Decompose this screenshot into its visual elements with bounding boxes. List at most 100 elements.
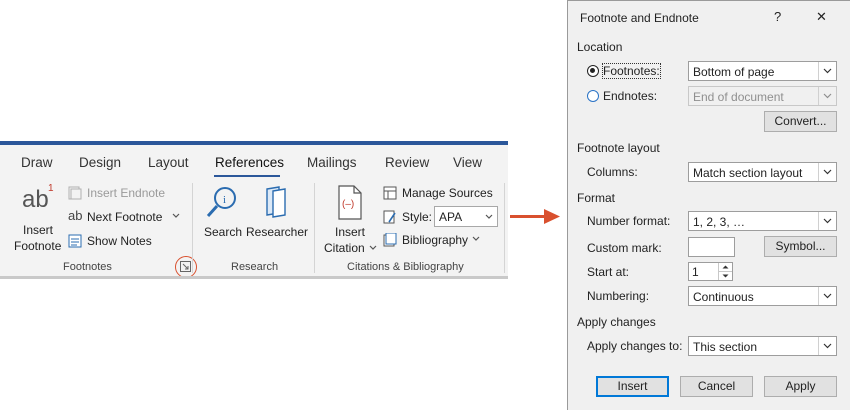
chevron-up-icon: [722, 265, 729, 269]
apply-to-select[interactable]: This section: [688, 336, 837, 356]
citation-document-icon: (–): [338, 185, 362, 220]
layout-section-title: Footnote layout: [577, 141, 660, 155]
tab-mailings[interactable]: Mailings: [307, 155, 357, 170]
chevron-down-icon[interactable]: [172, 213, 180, 219]
footnote-endnote-dialog: Footnote and Endnote ? ✕ Location Footno…: [567, 0, 850, 410]
researcher-label: Researcher: [246, 225, 309, 239]
numbering-select[interactable]: Continuous: [688, 286, 837, 306]
bibliography-icon: [383, 233, 397, 247]
chevron-down-icon: [485, 214, 493, 219]
number-format-select[interactable]: 1, 2, 3, …: [688, 211, 837, 231]
tab-view[interactable]: View: [453, 155, 482, 170]
footnotes-group-label: Footnotes: [63, 261, 112, 273]
word-ribbon: Draw Design Layout References Mailings R…: [0, 141, 508, 279]
insert-footnote-label-2: Footnote: [14, 239, 62, 253]
chevron-down-icon: [823, 218, 832, 224]
chevron-down-icon: [823, 343, 832, 349]
group-divider: [504, 183, 505, 273]
svg-text:(–): (–): [342, 199, 354, 210]
custom-mark-input[interactable]: [688, 237, 735, 257]
numbering-value: Continuous: [693, 290, 754, 304]
next-footnote-icon: ab: [68, 208, 83, 223]
start-at-label: Start at:: [587, 265, 630, 279]
search-button[interactable]: i Search: [202, 185, 246, 239]
columns-value: Match section layout: [693, 166, 803, 180]
radio-dot: [590, 68, 595, 73]
chevron-down-icon: [472, 236, 480, 241]
insert-button[interactable]: Insert: [596, 376, 669, 397]
insert-citation-button[interactable]: (–) Insert Citation: [322, 185, 378, 259]
tab-draw[interactable]: Draw: [21, 155, 53, 170]
group-divider: [192, 183, 193, 273]
endnote-icon: [68, 186, 82, 200]
bibliography-label: Bibliography: [402, 233, 469, 247]
chevron-down-icon: [823, 293, 832, 299]
tab-review[interactable]: Review: [385, 155, 429, 170]
chevron-down-icon: [369, 245, 377, 250]
tab-references[interactable]: References: [215, 155, 284, 170]
endnotes-position-value: End of document: [693, 90, 784, 104]
endnotes-radio[interactable]: [587, 90, 599, 102]
stepper-up-button[interactable]: [718, 263, 732, 272]
footnote-superscript-icon: 1: [48, 183, 54, 194]
active-tab-indicator: [214, 175, 280, 177]
start-at-stepper[interactable]: 1: [688, 262, 733, 281]
numbering-label: Numbering:: [587, 289, 650, 303]
researcher-icon: [266, 186, 286, 218]
convert-button[interactable]: Convert...: [764, 111, 837, 132]
research-group-label: Research: [231, 261, 279, 273]
chevron-down-icon: [823, 68, 832, 74]
format-section-title: Format: [577, 191, 616, 205]
insert-footnote-button[interactable]: ab 1 Insert Footnote: [14, 183, 64, 253]
chevron-down-icon: [823, 93, 832, 99]
dialog-title: Footnote and Endnote: [580, 11, 699, 25]
style-select[interactable]: APA: [434, 206, 498, 227]
columns-select[interactable]: Match section layout: [688, 162, 837, 182]
footnotes-position-value: Bottom of page: [693, 65, 775, 79]
search-label: Search: [204, 225, 243, 239]
number-format-label: Number format:: [587, 214, 671, 228]
footnotes-position-select[interactable]: Bottom of page: [688, 61, 837, 81]
stepper-down-button[interactable]: [718, 272, 732, 280]
help-button[interactable]: ?: [774, 9, 781, 24]
show-notes-label: Show Notes: [87, 234, 152, 248]
select-arrow: [818, 337, 836, 355]
apply-section-title: Apply changes: [577, 315, 656, 329]
location-section-title: Location: [577, 40, 623, 54]
style-select-value: APA: [439, 210, 463, 224]
footnotes-label: Footnotes:: [602, 63, 661, 79]
style-label: Style:: [402, 210, 433, 224]
show-notes-icon: [68, 234, 82, 248]
endnotes-label: Endnotes:: [603, 89, 658, 103]
footnotes-dialog-launcher[interactable]: [175, 256, 197, 278]
number-format-value: 1, 2, 3, …: [693, 215, 746, 229]
symbol-button[interactable]: Symbol...: [764, 236, 837, 257]
tab-design[interactable]: Design: [79, 155, 121, 170]
dialog-launcher-icon: [180, 261, 191, 272]
chevron-down-icon: [722, 274, 729, 278]
next-footnote-label: Next Footnote: [87, 210, 163, 224]
chevron-down-icon: [823, 169, 832, 175]
cancel-button[interactable]: Cancel: [680, 376, 753, 397]
tab-layout[interactable]: Layout: [148, 155, 189, 170]
manage-sources-label: Manage Sources: [402, 186, 493, 200]
arrow-head-icon: [544, 209, 560, 224]
citations-group-label: Citations & Bibliography: [347, 261, 464, 273]
group-divider: [314, 183, 315, 273]
select-arrow: [818, 87, 836, 105]
researcher-button[interactable]: Researcher: [246, 185, 308, 239]
manage-sources-icon: [383, 186, 397, 200]
footnotes-radio[interactable]: [587, 65, 599, 77]
apply-to-label: Apply changes to:: [587, 339, 683, 353]
custom-mark-label: Custom mark:: [587, 241, 662, 255]
search-icon: i: [206, 187, 236, 218]
select-arrow: [818, 212, 836, 230]
select-arrow: [818, 163, 836, 181]
apply-button[interactable]: Apply: [764, 376, 837, 397]
start-at-value: 1: [692, 265, 699, 279]
insert-footnote-label-1: Insert: [23, 223, 54, 237]
footnote-ab-icon: ab: [22, 186, 49, 213]
endnotes-position-select[interactable]: End of document: [688, 86, 837, 106]
style-icon: [383, 210, 396, 224]
close-button[interactable]: ✕: [816, 9, 827, 25]
